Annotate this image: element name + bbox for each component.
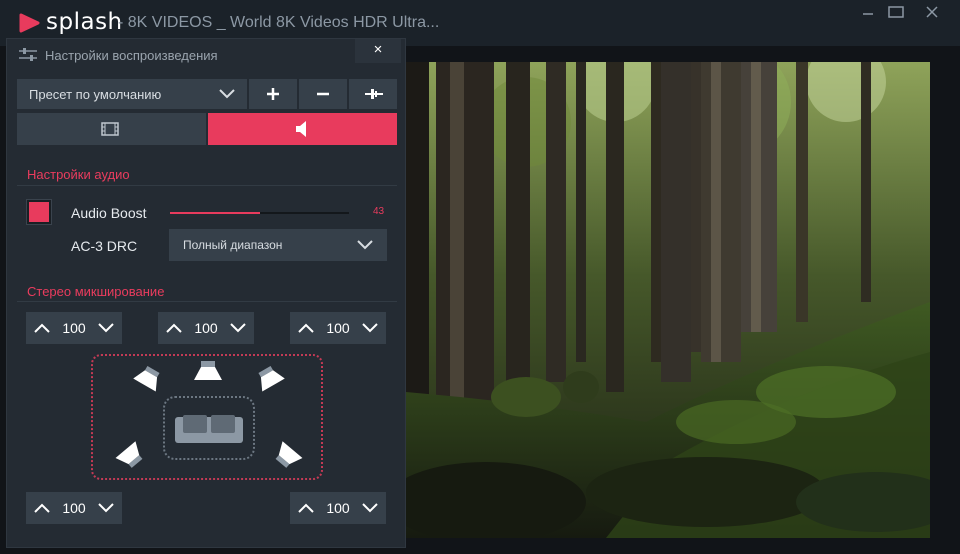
speaker-icon (296, 121, 306, 137)
chevron-down-icon[interactable] (362, 321, 378, 335)
chevron-down-icon[interactable] (362, 501, 378, 515)
speaker-layout (91, 354, 323, 480)
rear-left-value: 100 (62, 500, 86, 516)
ac3-drc-selected: Полный диапазон (183, 238, 283, 252)
chevron-down-icon[interactable] (98, 321, 114, 335)
reset-preset-button[interactable] (349, 79, 397, 109)
center-speaker-icon[interactable] (193, 360, 223, 384)
chevron-down-icon (357, 240, 373, 250)
preset-dropdown[interactable]: Пресет по умолчанию (17, 79, 247, 109)
front-right-speaker-icon[interactable] (255, 366, 285, 392)
front-right-value: 100 (326, 320, 350, 336)
app-logo-text: splash (46, 9, 123, 35)
sofa-icon (175, 415, 243, 443)
chevron-up-icon[interactable] (298, 321, 314, 335)
panel-title: Настройки воспроизведения (45, 48, 218, 63)
tab-audio[interactable] (208, 113, 397, 145)
center-stepper: 100 (158, 312, 254, 344)
chevron-down-icon[interactable] (230, 321, 246, 335)
audio-boost-slider-fill (170, 212, 260, 214)
front-left-value: 100 (62, 320, 86, 336)
rear-left-speaker-icon[interactable] (115, 440, 145, 470)
ac3-drc-dropdown[interactable]: Полный диапазон (169, 229, 387, 261)
film-icon (101, 122, 119, 136)
panel-close-button[interactable]: × (355, 39, 401, 63)
remove-preset-button[interactable] (299, 79, 347, 109)
front-left-speaker-icon[interactable] (133, 366, 163, 392)
chevron-up-icon[interactable] (34, 501, 50, 515)
reset-icon (365, 89, 383, 99)
audio-settings-title: Настройки аудио (27, 167, 130, 182)
chevron-down-icon (219, 89, 235, 99)
window-title: - 8K VIDEOS _ World 8K Videos HDR Ultra.… (118, 14, 440, 31)
rear-left-stepper: 100 (26, 492, 122, 524)
rear-right-value: 100 (326, 500, 350, 516)
rear-right-speaker-icon[interactable] (273, 440, 303, 470)
minimize-icon[interactable] (857, 2, 879, 22)
add-preset-button[interactable] (249, 79, 297, 109)
audio-boost-value: 43 (373, 206, 385, 217)
audio-boost-label: Audio Boost (71, 205, 147, 221)
divider (17, 301, 397, 302)
divider (17, 185, 397, 186)
forest-scene (406, 62, 930, 538)
chevron-up-icon[interactable] (166, 321, 182, 335)
splash-logo-icon (19, 13, 40, 33)
center-value: 100 (194, 320, 218, 336)
chevron-up-icon[interactable] (298, 501, 314, 515)
minus-icon (317, 92, 329, 96)
sliders-icon (19, 48, 37, 61)
audio-boost-slider[interactable] (170, 212, 349, 214)
audio-boost-checkbox[interactable] (27, 200, 51, 224)
stereo-mixing-title: Стерео микширование (27, 284, 165, 299)
listener-position (163, 396, 255, 460)
maximize-icon[interactable] (885, 2, 907, 22)
plus-icon (267, 88, 279, 100)
chevron-down-icon[interactable] (98, 501, 114, 515)
chevron-up-icon[interactable] (34, 321, 50, 335)
playback-settings-panel: Настройки воспроизведения × Пресет по ум… (6, 38, 406, 548)
front-left-stepper: 100 (26, 312, 122, 344)
rear-right-stepper: 100 (290, 492, 386, 524)
front-right-stepper: 100 (290, 312, 386, 344)
close-icon[interactable] (921, 2, 943, 22)
tab-video[interactable] (17, 113, 206, 145)
ac3-drc-label: AC-3 DRC (71, 238, 138, 254)
video-frame[interactable] (406, 62, 930, 538)
panel-header: Настройки воспроизведения × (7, 39, 405, 69)
preset-selected: Пресет по умолчанию (29, 87, 162, 102)
